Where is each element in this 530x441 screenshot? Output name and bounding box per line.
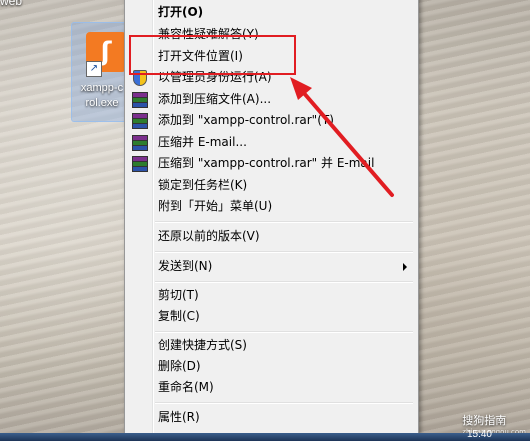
taskbar: 15:40 — [0, 429, 530, 441]
watermark-text: 搜狗指南 — [462, 414, 507, 427]
annotation-arrow — [290, 77, 394, 197]
taskbar-clock[interactable]: 15:40 — [467, 429, 492, 440]
